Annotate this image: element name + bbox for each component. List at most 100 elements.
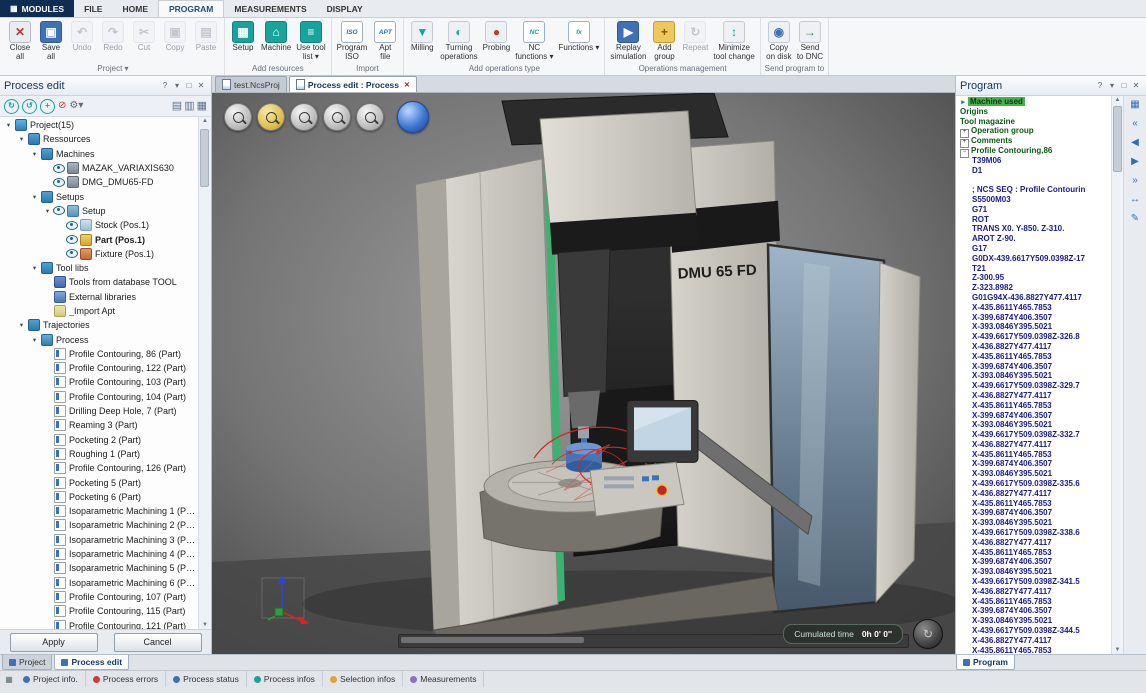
tree-item-ressources[interactable]: ▾Ressources (0, 132, 198, 146)
scroll-down-icon[interactable]: ▼ (1112, 647, 1123, 653)
tree-item-external-libraries[interactable]: External libraries (0, 290, 198, 304)
expander-icon[interactable]: ▾ (17, 321, 26, 329)
edit-program-icon[interactable]: ✎ (1131, 213, 1139, 224)
tree-item-profile-contouring-86-part[interactable]: Profile Contouring, 86 (Part) (0, 347, 198, 361)
status-process-errors[interactable]: Process errors (86, 671, 166, 687)
tree-item-profile-contouring-103-part[interactable]: Profile Contouring, 103 (Part) (0, 375, 198, 389)
go-first-block-icon[interactable]: « (1132, 118, 1138, 129)
apt-file-button[interactable]: APTApt file (370, 20, 400, 63)
ribbon-tab-display[interactable]: DISPLAY (317, 0, 373, 17)
help-icon[interactable]: ? (159, 81, 171, 90)
zoom-fit-button[interactable] (224, 103, 252, 131)
program-line[interactable]: ; NCS SEQ : Profile Contourin (958, 185, 1111, 195)
document-tab-process-edit-process[interactable]: Process edit : Process✕ (289, 76, 417, 92)
float-panel-icon[interactable]: □ (183, 81, 195, 90)
cancel-button[interactable]: Cancel (114, 633, 202, 652)
tree-item-profile-contouring-104-part[interactable]: Profile Contouring, 104 (Part) (0, 390, 198, 404)
program-line[interactable]: X-436.8827Y477.4117 (958, 489, 1111, 499)
program-line[interactable]: G71 (958, 205, 1111, 215)
help-icon[interactable]: ? (1094, 81, 1106, 90)
program-line[interactable]: X-439.6617Y509.0398Z-338.6 (958, 528, 1111, 538)
tree-item-profile-contouring-115-part[interactable]: Profile Contouring, 115 (Part) (0, 604, 198, 618)
program-line[interactable]: X-439.6617Y509.0398Z-335.6 (958, 479, 1111, 489)
setup-button[interactable]: ▦Setup (228, 20, 258, 54)
replay-knob-button[interactable]: ↻ (913, 619, 943, 649)
view-list-icon[interactable]: ▤ (172, 101, 182, 112)
program-node-machine-used[interactable]: ►Machine used (958, 97, 1111, 107)
program-line[interactable]: X-435.8611Y465.7853 (958, 548, 1111, 558)
float-panel-icon[interactable]: □ (1118, 81, 1130, 90)
zoom-window-button[interactable] (257, 103, 285, 131)
tree-item-pocketing-2-part[interactable]: Pocketing 2 (Part) (0, 433, 198, 447)
program-line[interactable]: X-399.6874Y406.3507 (958, 362, 1111, 372)
program-line[interactable]: ROT (958, 215, 1111, 225)
undo-tree-icon[interactable]: ↺ (22, 99, 37, 114)
program-node-comments[interactable]: +Comments (958, 136, 1111, 146)
timeline-thumb[interactable] (401, 637, 584, 643)
program-line[interactable]: X-436.8827Y477.4117 (958, 342, 1111, 352)
expander-icon[interactable]: ▾ (30, 193, 39, 201)
viewport-3d[interactable]: DMU 65 FD (212, 93, 955, 654)
milling-button[interactable]: ▼Milling (407, 20, 437, 54)
tree-item-fixture-pos-1[interactable]: Fixture (Pos.1) (0, 247, 198, 261)
rotate-view-button[interactable] (356, 103, 384, 131)
program-line[interactable]: X-436.8827Y477.4117 (958, 636, 1111, 646)
program-line[interactable]: X-439.6617Y509.0398Z-344.5 (958, 626, 1111, 636)
turning-operations-button[interactable]: ◐Turning operations (438, 20, 479, 63)
panel-tab-process-edit[interactable]: Process edit (54, 655, 129, 670)
program-line[interactable]: G17 (958, 244, 1111, 254)
panel-menu-icon[interactable]: ▾ (1106, 81, 1118, 90)
program-node-tool-magazine[interactable]: Tool magazine (958, 117, 1111, 127)
expander-icon[interactable]: ▾ (17, 135, 26, 143)
program-line[interactable]: X-435.8611Y465.7853 (958, 352, 1111, 362)
program-line[interactable]: X-436.8827Y477.4117 (958, 391, 1111, 401)
close-panel-icon[interactable]: ✕ (1130, 81, 1142, 90)
program-line[interactable]: T21 (958, 264, 1111, 274)
tree-item-pocketing-6-part[interactable]: Pocketing 6 (Part) (0, 490, 198, 504)
copy-button[interactable]: ▣Copy (160, 20, 190, 54)
undo-button[interactable]: ↶Undo (67, 20, 97, 54)
scroll-thumb[interactable] (1113, 106, 1122, 172)
tree-item-machines[interactable]: ▾Machines (0, 147, 198, 161)
visibility-eye-icon[interactable] (66, 249, 78, 258)
visibility-eye-icon[interactable] (53, 164, 65, 173)
tree-item-isoparametric-machining-4-part[interactable]: Isoparametric Machining 4 (Part) (0, 547, 198, 561)
save-all-button[interactable]: ▣Save all (36, 20, 66, 63)
visibility-eye-icon[interactable] (66, 221, 78, 230)
program-line[interactable]: X-399.6874Y406.3507 (958, 606, 1111, 616)
nc-functions-button[interactable]: NCNC functions ▾ (513, 20, 555, 63)
next-block-icon[interactable]: ▶ (1131, 156, 1139, 167)
send-to-dnc-button[interactable]: →Send to DNC (795, 20, 825, 63)
add-group-button[interactable]: +Add group (649, 20, 679, 63)
go-last-block-icon[interactable]: » (1132, 175, 1138, 186)
visibility-eye-icon[interactable] (53, 178, 65, 187)
tree-item-part-pos-1[interactable]: Part (Pos.1) (0, 232, 198, 246)
tree-item-isoparametric-machining-2-part[interactable]: Isoparametric Machining 2 (Part) (0, 518, 198, 532)
tree-item-trajectories[interactable]: ▾Trajectories (0, 318, 198, 332)
expander-icon[interactable]: ▾ (30, 336, 39, 344)
view-grid-icon[interactable]: ▦ (197, 101, 207, 112)
program-line[interactable]: X-393.0846Y395.5021 (958, 371, 1111, 381)
program-line[interactable]: X-436.8827Y477.4117 (958, 538, 1111, 548)
expander-icon[interactable]: ▾ (30, 264, 39, 272)
tree-item-profile-contouring-121-part[interactable]: Profile Contouring, 121 (Part) (0, 618, 198, 629)
program-line[interactable]: G0DX-439.6617Y509.0398Z-17 (958, 254, 1111, 264)
tree-item-roughing-1-part[interactable]: Roughing 1 (Part) (0, 447, 198, 461)
probing-button[interactable]: ●Probing (481, 20, 513, 54)
ribbon-tab-program[interactable]: PROGRAM (158, 0, 224, 17)
program-line[interactable]: S5500M03 (958, 195, 1111, 205)
program-line[interactable]: X-399.6874Y406.3507 (958, 313, 1111, 323)
tree-item-setups[interactable]: ▾Setups (0, 189, 198, 203)
ribbon-tab-modules[interactable]: ▦MODULES (0, 0, 74, 17)
zoom-dynamic-button[interactable] (290, 103, 318, 131)
status-selection-infos[interactable]: Selection infos (323, 671, 403, 687)
program-line[interactable]: X-393.0846Y395.5021 (958, 420, 1111, 430)
tree-item-reaming-3-part[interactable]: Reaming 3 (Part) (0, 418, 198, 432)
scroll-down-icon[interactable]: ▼ (199, 622, 211, 628)
tree-item-mazak-variaxis630[interactable]: MAZAK_VARIAXIS630 (0, 161, 198, 175)
program-line[interactable]: TRANS X0. Y-850. Z-310. (958, 224, 1111, 234)
view-columns-icon[interactable]: ▥ (184, 101, 194, 112)
program-line[interactable] (958, 175, 1111, 185)
tree-item-import-apt[interactable]: _Import Apt (0, 304, 198, 318)
expander-icon[interactable]: ▾ (43, 207, 52, 215)
